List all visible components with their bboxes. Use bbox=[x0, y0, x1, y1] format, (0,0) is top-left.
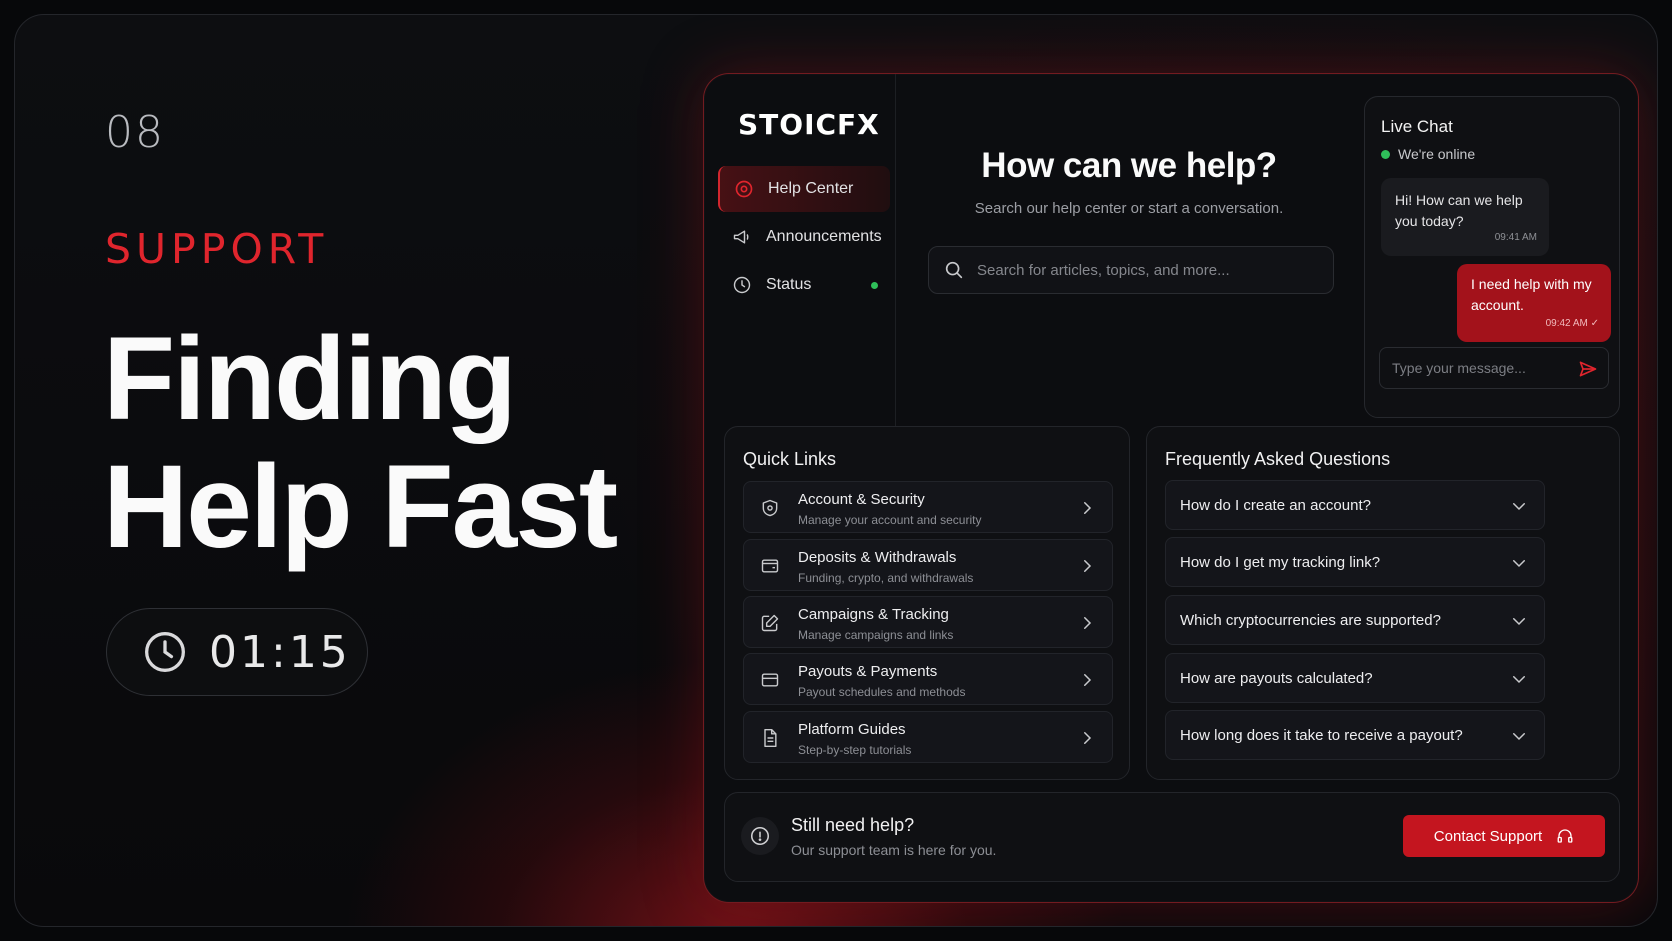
faq-question: How long does it take to receive a payou… bbox=[1180, 727, 1463, 744]
quick-link-subtitle: Manage campaigns and links bbox=[798, 628, 954, 642]
faq-question: How do I get my tracking link? bbox=[1180, 554, 1381, 571]
chevron-down-icon bbox=[1513, 676, 1525, 684]
sidebar-item-help-center[interactable]: Help Center bbox=[718, 166, 890, 212]
online-dot bbox=[1381, 149, 1390, 159]
clock-icon bbox=[733, 276, 751, 294]
chat-message-input[interactable] bbox=[1392, 360, 1570, 376]
still-need-help-title: Still need help? bbox=[791, 815, 915, 835]
faq-question: How do I create an account? bbox=[1180, 497, 1371, 514]
chevron-right-icon bbox=[1084, 732, 1092, 744]
logo: STOICFX bbox=[738, 108, 880, 141]
hero-title: Finding Help Fast bbox=[103, 313, 618, 573]
contact-support-button[interactable]: Contact Support bbox=[1403, 815, 1605, 857]
megaphone-icon bbox=[733, 230, 749, 244]
chevron-down-icon bbox=[1513, 733, 1525, 741]
timer-value: 01:15 bbox=[209, 626, 351, 678]
quick-link-subtitle: Step-by-step tutorials bbox=[798, 743, 912, 757]
quick-link-account-security[interactable]: Account & Security Manage your account a… bbox=[743, 481, 1113, 533]
chevron-right-icon bbox=[1084, 560, 1092, 572]
chevron-down-icon bbox=[1513, 618, 1525, 626]
help-header: How can we help? Search our help center … bbox=[896, 146, 1362, 217]
quick-link-title: Deposits & Withdrawals bbox=[798, 549, 957, 566]
section-label: SUPPORT bbox=[105, 225, 329, 273]
quick-link-deposits-withdrawals[interactable]: Deposits & Withdrawals Funding, crypto, … bbox=[743, 539, 1113, 591]
chat-message-time: 09:41 AM bbox=[1494, 232, 1537, 243]
faq-item[interactable]: How are payouts calculated? bbox=[1165, 653, 1545, 703]
timer-pill: 01:15 bbox=[106, 608, 368, 696]
chat-status-text: We're online bbox=[1398, 146, 1476, 162]
quick-link-campaigns-tracking[interactable]: Campaigns & Tracking Manage campaigns an… bbox=[743, 596, 1113, 648]
chat-message-text: Hi! How can we help you today? bbox=[1395, 192, 1523, 229]
sidebar-item-label: Help Center bbox=[768, 180, 854, 197]
search-box bbox=[928, 246, 1334, 294]
page-subtitle: Search our help center or start a conver… bbox=[974, 200, 1284, 217]
headset-icon bbox=[1557, 829, 1573, 843]
wallet-icon bbox=[761, 559, 779, 573]
sidebar-item-announcements[interactable]: Announcements bbox=[718, 214, 890, 260]
quick-link-platform-guides[interactable]: Platform Guides Step-by-step tutorials bbox=[743, 711, 1113, 763]
quick-link-subtitle: Manage your account and security bbox=[798, 513, 982, 527]
edit-icon bbox=[761, 614, 779, 632]
sidebar-item-label: Status bbox=[766, 276, 812, 293]
chevron-right-icon bbox=[1084, 617, 1092, 629]
shield-icon bbox=[762, 499, 778, 517]
chat-message-user: I need help with my account. 09:42 AM ✓ bbox=[1457, 264, 1611, 342]
status-online-dot bbox=[871, 281, 878, 289]
faq-question: How are payouts calculated? bbox=[1180, 670, 1373, 687]
help-center-app: STOICFX Help Center Announcements Status… bbox=[703, 73, 1639, 903]
quick-link-title: Platform Guides bbox=[798, 721, 906, 738]
faq-item[interactable]: Which cryptocurrencies are supported? bbox=[1165, 595, 1545, 645]
chevron-down-icon bbox=[1513, 503, 1525, 511]
quick-link-payouts-payments[interactable]: Payouts & Payments Payout schedules and … bbox=[743, 653, 1113, 705]
slide-frame: 08 SUPPORT Finding Help Fast 01:15 STOIC… bbox=[14, 14, 1658, 927]
sidebar-item-label: Announcements bbox=[766, 228, 882, 245]
info-icon bbox=[741, 817, 779, 855]
sidebar-item-status[interactable]: Status bbox=[718, 262, 890, 308]
quick-link-subtitle: Funding, crypto, and withdrawals bbox=[798, 571, 974, 585]
quick-link-subtitle: Payout schedules and methods bbox=[798, 685, 966, 699]
hero-title-line-2: Help Fast bbox=[103, 441, 618, 573]
search-icon bbox=[945, 261, 963, 279]
quick-link-title: Account & Security bbox=[798, 491, 925, 508]
live-chat-panel: Live Chat We're online Hi! How can we he… bbox=[1364, 96, 1620, 418]
faq-item[interactable]: How do I create an account? bbox=[1165, 480, 1545, 530]
document-icon bbox=[764, 728, 777, 748]
faq-panel: Frequently Asked Questions How do I crea… bbox=[1146, 426, 1620, 780]
faq-item[interactable]: How long does it take to receive a payou… bbox=[1165, 710, 1545, 760]
card-icon bbox=[761, 673, 779, 687]
faq-title: Frequently Asked Questions bbox=[1165, 449, 1391, 469]
faq-question: Which cryptocurrencies are supported? bbox=[1180, 612, 1441, 629]
quick-links-panel: Quick Links Account & Security Manage yo… bbox=[724, 426, 1130, 780]
help-center-icon bbox=[735, 180, 753, 198]
quick-links-title: Quick Links bbox=[743, 449, 837, 469]
chat-message-text: I need help with my account. bbox=[1471, 276, 1592, 313]
still-need-help-bar: Still need help? Our support team is her… bbox=[724, 792, 1620, 882]
search-input[interactable] bbox=[977, 261, 1317, 279]
chat-message-agent: Hi! How can we help you today? 09:41 AM bbox=[1381, 178, 1549, 256]
hero-title-line-1: Finding bbox=[103, 313, 517, 445]
chevron-right-icon bbox=[1084, 674, 1092, 686]
quick-link-title: Payouts & Payments bbox=[798, 663, 938, 680]
chat-title: Live Chat bbox=[1381, 117, 1453, 136]
send-icon[interactable] bbox=[1578, 359, 1598, 379]
still-need-help-subtitle: Our support team is here for you. bbox=[791, 842, 997, 858]
quick-link-title: Campaigns & Tracking bbox=[798, 606, 949, 623]
sidebar: STOICFX Help Center Announcements Status bbox=[704, 74, 896, 430]
page-title: How can we help? bbox=[981, 146, 1277, 185]
chevron-right-icon bbox=[1084, 502, 1092, 514]
contact-support-label: Contact Support bbox=[1433, 827, 1543, 845]
chevron-down-icon bbox=[1513, 560, 1525, 568]
slide-number: 08 bbox=[105, 107, 165, 158]
chat-message-time: 09:42 AM ✓ bbox=[1545, 318, 1599, 329]
clock-icon bbox=[145, 632, 185, 672]
chat-input-box bbox=[1379, 347, 1609, 389]
faq-item[interactable]: How do I get my tracking link? bbox=[1165, 537, 1545, 587]
chat-status: We're online bbox=[1381, 146, 1475, 162]
